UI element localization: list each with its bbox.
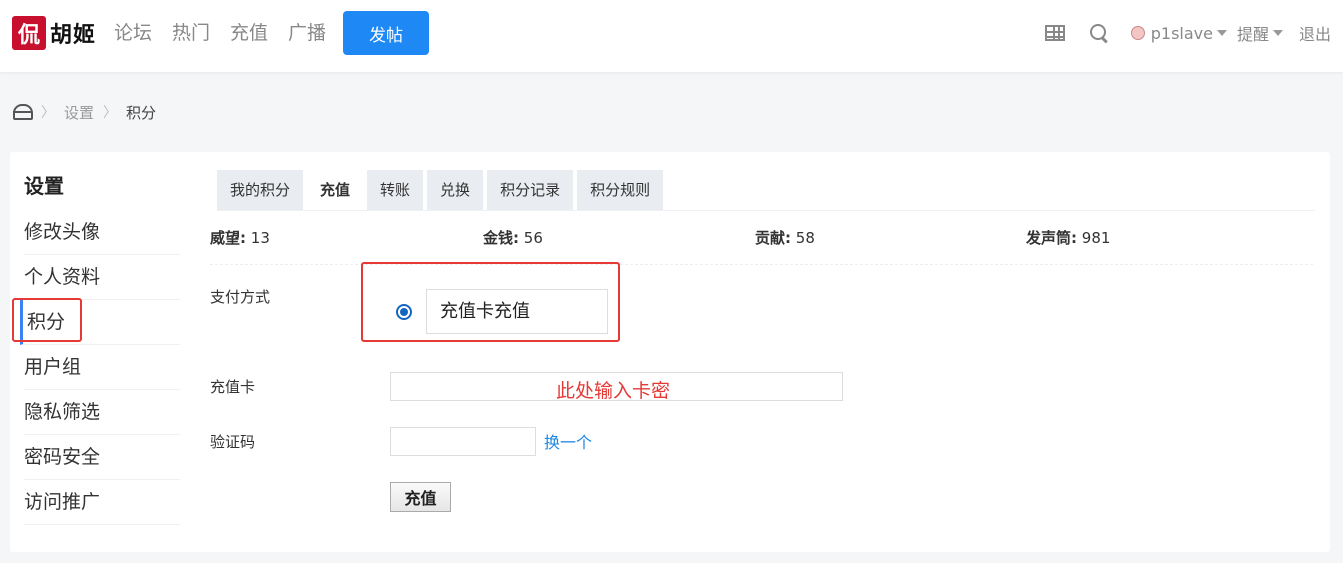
stat-value: 13 [250, 229, 270, 247]
sidebar-item-avatar[interactable]: 修改头像 [24, 210, 180, 255]
payment-option-label: 充值卡充值 [426, 289, 608, 334]
logout-link[interactable]: 退出 [1299, 21, 1331, 45]
stat-value: 56 [523, 229, 543, 247]
nav-recharge[interactable]: 充值 [230, 20, 268, 46]
sidebar-item-password[interactable]: 密码安全 [24, 435, 180, 480]
refresh-captcha-link[interactable]: 换一个 [544, 429, 592, 453]
sidebar-item-profile[interactable]: 个人资料 [24, 255, 180, 300]
card-label: 充值卡 [210, 378, 256, 396]
sidebar-item-usergroup[interactable]: 用户组 [24, 345, 180, 390]
post-button[interactable]: 发帖 [343, 11, 429, 55]
avatar-icon [1130, 26, 1145, 40]
breadcrumb-separator: 〉 [103, 105, 118, 121]
sidebar-item-credits[interactable]: 积分 [20, 300, 180, 345]
tab-recharge[interactable]: 充值 [307, 170, 364, 210]
settings-panel: 设置 修改头像 个人资料 积分 用户组 隐私筛选 密码安全 访问推广 我的积分 … [10, 152, 1330, 552]
username: p1slave [1150, 23, 1213, 43]
sidebar-item-privacy[interactable]: 隐私筛选 [24, 390, 180, 435]
sidebar-title: 设置 [24, 174, 64, 198]
site-logo[interactable]: 侃 胡姬 [12, 16, 96, 50]
recharge-submit-button[interactable]: 充值 [390, 482, 451, 512]
captcha-input[interactable] [390, 427, 536, 456]
tab-credit-rules[interactable]: 积分规则 [577, 170, 664, 210]
breadcrumb: 〉 设置 〉 积分 [12, 100, 156, 124]
stat-prestige: 威望: 13 [210, 227, 270, 248]
credit-stats: 威望: 13 金钱: 56 贡献: 58 发声筒: 981 [210, 227, 1310, 249]
main-nav: 论坛 热门 充值 广播 [114, 20, 326, 46]
stat-value: 981 [1081, 229, 1111, 247]
stat-label: 贡献: [755, 229, 791, 247]
stat-contribution: 贡献: 58 [755, 227, 815, 248]
payment-option[interactable]: 充值卡充值 [396, 289, 608, 334]
remind-menu[interactable]: 提醒 [1237, 21, 1283, 45]
search-icon[interactable] [1089, 23, 1109, 43]
tab-exchange[interactable]: 兑换 [427, 170, 484, 210]
stats-divider [210, 264, 1313, 265]
breadcrumb-separator: 〉 [41, 105, 55, 121]
breadcrumb-settings[interactable]: 设置 [64, 102, 94, 123]
chevron-down-icon [1216, 30, 1227, 36]
sidebar-menu: 修改头像 个人资料 积分 用户组 隐私筛选 密码安全 访问推广 [20, 210, 180, 525]
top-navbar: 侃 胡姬 论坛 热门 充值 广播 发帖 p1slave 提醒 退出 [0, 0, 1343, 72]
stat-voice: 发声筒: 981 [1026, 227, 1110, 248]
tab-transfer[interactable]: 转账 [367, 170, 424, 210]
credit-tabs: 我的积分 充值 转账 兑换 积分记录 积分规则 [217, 170, 664, 210]
payment-method-label: 支付方式 [210, 288, 271, 306]
logo-seal-icon: 侃 [12, 16, 46, 50]
top-right-tools: p1slave 提醒 退出 [1044, 20, 1331, 46]
nav-hot[interactable]: 热门 [172, 20, 210, 46]
remind-label: 提醒 [1236, 25, 1269, 44]
sidebar-item-promotion[interactable]: 访问推广 [24, 480, 180, 525]
nav-forum[interactable]: 论坛 [114, 20, 152, 46]
chevron-down-icon [1272, 30, 1283, 36]
stat-money: 金钱: 56 [483, 227, 543, 248]
breadcrumb-current: 积分 [126, 103, 157, 122]
stat-label: 发声筒: [1026, 229, 1077, 247]
tab-credit-log[interactable]: 积分记录 [487, 170, 574, 210]
user-menu[interactable]: p1slave [1130, 23, 1227, 43]
tab-my-credits[interactable]: 我的积分 [217, 170, 304, 210]
logo-text: 胡姬 [50, 22, 97, 48]
stat-label: 威望: [210, 229, 246, 247]
stat-value: 58 [795, 229, 815, 247]
grid-icon[interactable] [1044, 25, 1065, 41]
nav-broadcast[interactable]: 广播 [288, 20, 326, 46]
card-password-input[interactable] [390, 372, 843, 401]
captcha-label: 验证码 [210, 433, 256, 451]
stat-label: 金钱: [483, 229, 519, 247]
home-icon[interactable] [12, 102, 33, 122]
payment-radio[interactable] [396, 303, 412, 320]
tabs-divider [217, 210, 1315, 211]
